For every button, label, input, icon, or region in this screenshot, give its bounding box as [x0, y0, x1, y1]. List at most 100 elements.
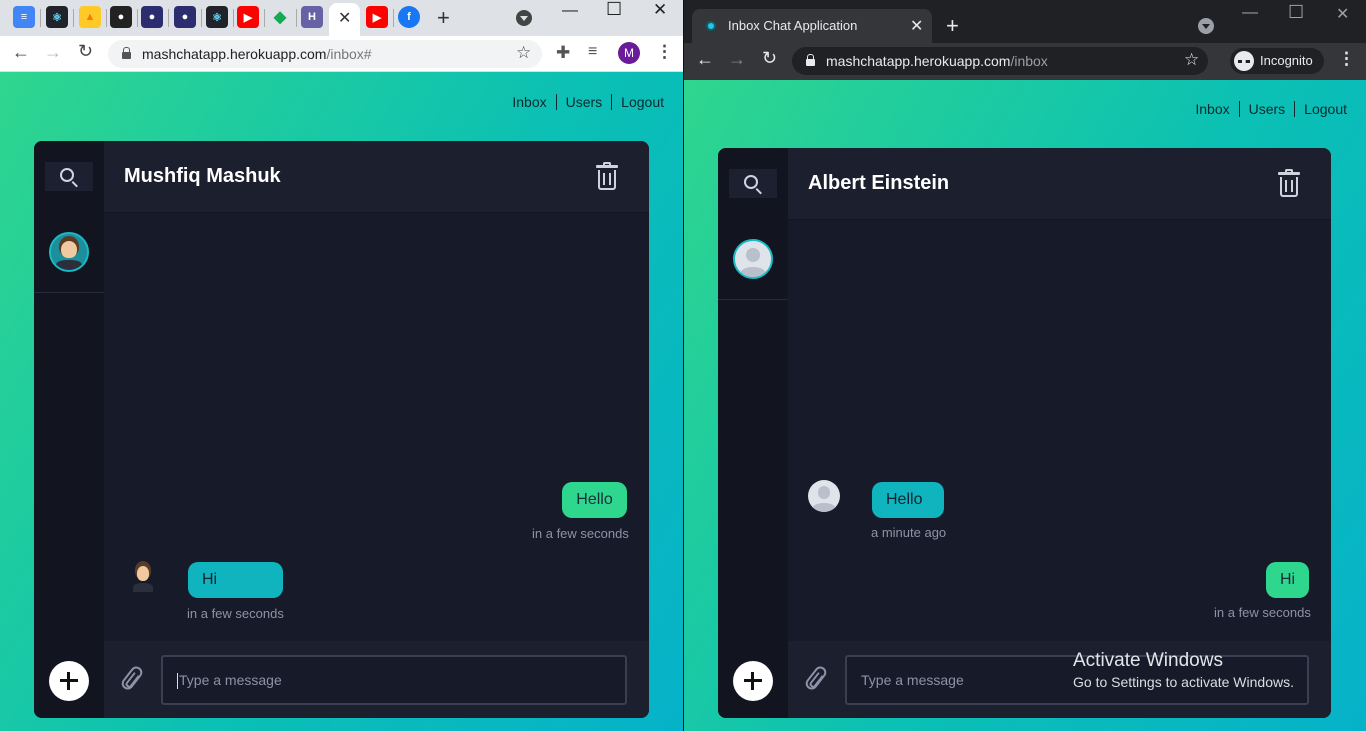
avatar	[129, 560, 157, 592]
message-time: in a few seconds	[532, 526, 629, 541]
plus-icon[interactable]	[49, 661, 89, 701]
activate-windows-watermark: Activate Windows Go to Settings to activ…	[1073, 650, 1294, 690]
heroku-icon[interactable]: H	[301, 6, 323, 28]
extensions-icon[interactable]: ✚	[556, 43, 570, 63]
new-conversation-area	[718, 641, 788, 718]
mongodb-icon[interactable]: ◆	[269, 6, 291, 28]
message-input[interactable]: Type a message	[161, 655, 627, 705]
youtube-icon[interactable]: ▶	[366, 6, 388, 28]
forward-icon[interactable]: →	[44, 42, 62, 63]
search-button[interactable]	[729, 169, 777, 198]
nav-inbox-link[interactable]: Inbox	[1186, 101, 1238, 117]
conversation-item[interactable]	[718, 220, 788, 300]
new-tab-button[interactable]: +	[437, 5, 450, 31]
left-browser-window: ≡ ⚛ ▲ ● ● ● ⚛ ▶ ◆ H ✕ ▶ f + — ☐ ✕ ← → ↻ …	[0, 0, 683, 731]
facebook-icon[interactable]: f	[398, 6, 420, 28]
close-icon[interactable]: ✕	[338, 8, 351, 28]
trash-icon[interactable]	[1278, 169, 1300, 197]
message-list: Hello in a few seconds Hi in a few secon…	[104, 213, 649, 641]
message-input-placeholder: Type a message	[861, 672, 964, 688]
bookmark-star-icon[interactable]: ☆	[1184, 50, 1199, 70]
tab-strip: ≡ ⚛ ▲ ● ● ● ⚛ ▶ ◆ H ✕ ▶ f + — ☐ ✕	[0, 0, 683, 36]
new-conversation-area	[34, 641, 104, 718]
top-nav: Inbox Users Logout	[1186, 101, 1356, 117]
incognito-label: Incognito	[1260, 53, 1313, 68]
incognito-icon	[1234, 51, 1254, 71]
message-time: in a few seconds	[187, 606, 284, 621]
media-control-icon[interactable]: ≡	[588, 43, 597, 61]
plus-icon[interactable]	[733, 661, 773, 701]
reload-icon[interactable]: ↻	[762, 48, 777, 69]
forward-icon[interactable]: →	[728, 49, 746, 70]
address-bar[interactable]: mashchatapp.herokuapp.com/inbox# ☆	[108, 40, 542, 68]
maximize-icon[interactable]: ☐	[606, 0, 622, 20]
menu-icon[interactable]: ⋮	[656, 42, 673, 62]
right-browser-window: Inbox Chat Application ✕ + — ☐ ✕ ← → ↻ m…	[684, 0, 1366, 731]
minimize-icon[interactable]: —	[562, 2, 578, 20]
chat-container: Albert Einstein Hello a minute ago Hi in…	[718, 148, 1331, 718]
trash-icon[interactable]	[596, 162, 618, 190]
message-time: in a few seconds	[1214, 605, 1311, 620]
search-area	[718, 148, 788, 220]
nav-inbox-link[interactable]: Inbox	[503, 94, 555, 110]
profile-avatar[interactable]: M	[618, 42, 640, 64]
nav-users-link[interactable]: Users	[555, 94, 612, 110]
chat-partner-name: Mushfiq Mashuk	[124, 165, 281, 187]
address-bar[interactable]: mashchatapp.herokuapp.com/inbox ☆	[792, 47, 1208, 75]
incognito-badge[interactable]: Incognito	[1230, 48, 1324, 74]
youtube-icon[interactable]: ▶	[237, 6, 259, 28]
message-bubble: Hello	[872, 482, 944, 518]
active-tab[interactable]: Inbox Chat Application ✕	[692, 9, 932, 43]
message-time: a minute ago	[871, 525, 947, 540]
github-icon[interactable]: ●	[141, 6, 163, 28]
close-window-icon[interactable]: ✕	[653, 0, 667, 20]
firebase-icon[interactable]: ▲	[79, 6, 101, 28]
composer: Type a message	[104, 641, 649, 718]
paperclip-icon[interactable]	[803, 664, 829, 692]
address-path: /inbox#	[326, 46, 372, 62]
back-icon[interactable]: ←	[12, 42, 30, 63]
chat-partner-name: Albert Einstein	[808, 172, 950, 194]
nav-logout-link[interactable]: Logout	[1294, 101, 1356, 117]
message-bubble: Hi	[1266, 562, 1309, 598]
avatar	[733, 239, 773, 279]
search-icon	[744, 175, 758, 189]
address-host: mashchatapp.herokuapp.com	[142, 46, 327, 62]
conversation-item[interactable]	[34, 213, 104, 293]
tab-search-icon[interactable]	[516, 10, 532, 26]
github-icon[interactable]: ●	[174, 6, 196, 28]
search-button[interactable]	[45, 162, 93, 191]
nav-logout-link[interactable]: Logout	[611, 94, 673, 110]
chat-container: Mushfiq Mashuk Hello in a few seconds Hi…	[34, 141, 649, 718]
avatar	[808, 480, 840, 512]
watermark-title: Activate Windows	[1073, 650, 1223, 671]
docs-icon[interactable]: ≡	[13, 6, 35, 28]
tab-search-icon[interactable]	[1198, 18, 1214, 34]
close-icon[interactable]: ✕	[910, 16, 923, 36]
menu-icon[interactable]: ⋮	[1338, 49, 1355, 69]
avatar	[49, 232, 89, 272]
chat-header: Mushfiq Mashuk	[104, 141, 649, 213]
message-list: Hello a minute ago Hi in a few seconds	[788, 220, 1331, 641]
react-icon[interactable]: ⚛	[206, 6, 228, 28]
lock-icon	[122, 47, 131, 59]
new-tab-button[interactable]: +	[946, 13, 959, 39]
chat-header: Albert Einstein	[788, 148, 1331, 220]
search-area	[34, 141, 104, 213]
close-window-icon[interactable]: ✕	[1336, 4, 1349, 24]
minimize-icon[interactable]: —	[1242, 4, 1258, 22]
conversation-sidebar	[34, 141, 104, 718]
react-icon[interactable]: ⚛	[46, 6, 68, 28]
paperclip-icon[interactable]	[119, 664, 145, 692]
github-icon[interactable]: ●	[110, 6, 132, 28]
address-path: /inbox	[1010, 53, 1048, 69]
message-bubble: Hello	[562, 482, 627, 518]
tab-title: Inbox Chat Application	[728, 18, 858, 33]
bookmark-star-icon[interactable]: ☆	[516, 43, 531, 63]
app-page: Inbox Users Logout Mushfiq Mashuk Hello …	[0, 72, 683, 731]
maximize-icon[interactable]: ☐	[1288, 2, 1304, 23]
reload-icon[interactable]: ↻	[78, 41, 93, 62]
nav-users-link[interactable]: Users	[1238, 101, 1295, 117]
back-icon[interactable]: ←	[696, 49, 714, 70]
address-host: mashchatapp.herokuapp.com	[826, 53, 1011, 69]
